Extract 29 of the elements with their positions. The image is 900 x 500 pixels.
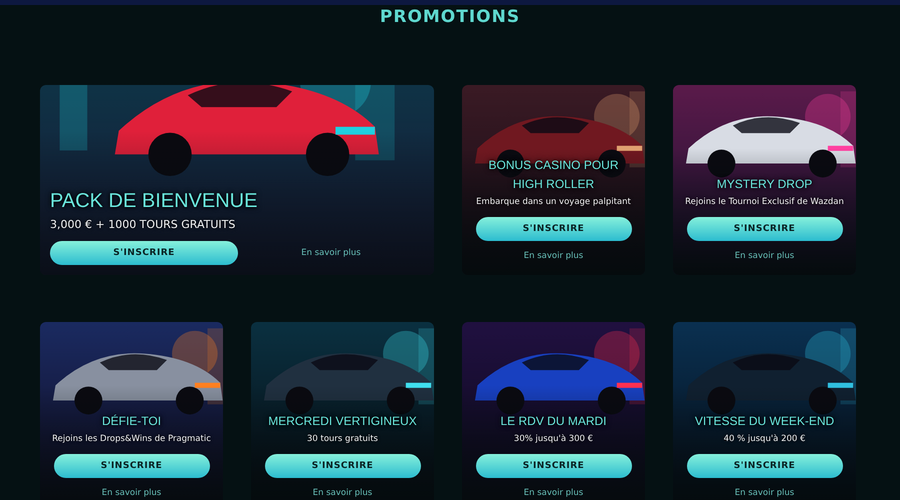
- promo-subtitle: Embarque dans un voyage palpitant: [476, 197, 631, 207]
- promo-subtitle: Rejoins les Drops&Wins de Pragmatic: [52, 434, 211, 444]
- promo-title: VITESSE DU WEEK-END: [694, 413, 834, 430]
- learn-more-link[interactable]: En savoir plus: [734, 488, 794, 498]
- signup-button[interactable]: S'INSCRIRE: [686, 454, 842, 478]
- page-title: PROMOTIONS: [378, 6, 522, 27]
- promo-subtitle: 40 % jusqu'à 200 €: [724, 434, 806, 444]
- learn-more-link[interactable]: En savoir plus: [524, 488, 584, 498]
- learn-more-link[interactable]: En savoir plus: [734, 251, 794, 261]
- promo-title: BONUS CASINO POUR HIGH ROLLER: [487, 157, 620, 193]
- signup-button[interactable]: S'INSCRIRE: [476, 217, 632, 241]
- promo-subtitle: 30 tours gratuits: [306, 434, 378, 444]
- promo-title: LE RDV DU MARDI: [500, 413, 606, 430]
- promo-title: MERCREDI VERTIGINEUX: [268, 413, 417, 430]
- learn-more-link[interactable]: En savoir plus: [312, 488, 372, 498]
- signup-button[interactable]: S'INSCRIRE: [686, 217, 842, 241]
- promo-title: DÉFIE-TOI: [102, 413, 162, 430]
- learn-more-link[interactable]: En savoir plus: [102, 488, 162, 498]
- signup-button[interactable]: S'INSCRIRE: [50, 241, 238, 265]
- promo-subtitle: 3,000 € + 1000 TOURS GRATUITS: [50, 218, 236, 231]
- promo-title: MYSTERY DROP: [716, 176, 812, 193]
- learn-more-link[interactable]: En savoir plus: [524, 251, 584, 261]
- promo-title: PACK DE BIENVENUE: [50, 189, 258, 214]
- learn-more-link[interactable]: En savoir plus: [238, 248, 424, 258]
- promo-subtitle: 30% jusqu'à 300 €: [514, 434, 594, 444]
- signup-button[interactable]: S'INSCRIRE: [54, 454, 210, 478]
- promo-subtitle: Rejoins le Tournoi Exclusif de Wazdan: [685, 197, 844, 207]
- signup-button[interactable]: S'INSCRIRE: [476, 454, 632, 478]
- signup-button[interactable]: S'INSCRIRE: [264, 454, 420, 478]
